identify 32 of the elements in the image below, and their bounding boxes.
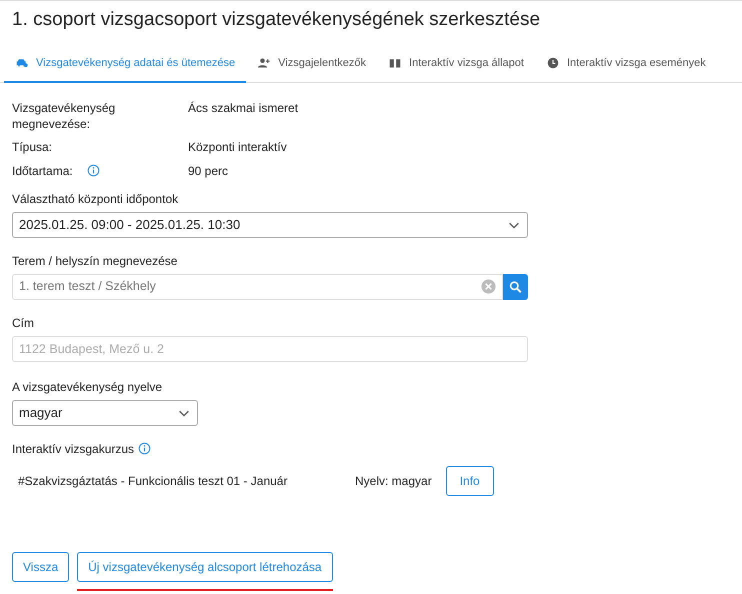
field-label: Választható központi időpontok bbox=[12, 190, 180, 208]
info-icon bbox=[138, 442, 152, 456]
tab[interactable]: Interaktív vizsga események bbox=[534, 46, 717, 84]
info-button[interactable]: Info bbox=[446, 466, 494, 496]
field-label: Típusa: bbox=[12, 140, 52, 156]
field-value: 90 perc bbox=[188, 164, 228, 180]
search-button[interactable] bbox=[503, 274, 528, 300]
clear-icon bbox=[481, 279, 496, 294]
field-label: Interaktív vizsgakurzus bbox=[12, 440, 134, 458]
field-value: Központi interaktív bbox=[188, 140, 287, 156]
clock-icon bbox=[546, 57, 560, 70]
button[interactable]: Új vizsgatevékenység alcsoport létrehozása bbox=[77, 552, 333, 582]
tab[interactable]: Vizsgajelentkezők bbox=[246, 46, 378, 84]
car-icon bbox=[15, 57, 29, 70]
field-label: Cím bbox=[12, 314, 35, 332]
field-label: Vizsgatevékenység megnevezése: bbox=[12, 101, 116, 132]
field-value: Ács szakmai ismeret bbox=[188, 101, 298, 118]
tab[interactable]: Interaktív vizsga állapot bbox=[377, 46, 535, 84]
user-plus-icon bbox=[257, 57, 272, 70]
select-field[interactable]: magyar bbox=[12, 400, 198, 426]
input-field[interactable]: 1122 Budapest, Mező u. 2 bbox=[12, 336, 528, 362]
button[interactable]: Vissza bbox=[12, 552, 70, 582]
tab[interactable]: Vizsgatevékenység adatai és ütemezése bbox=[4, 46, 246, 84]
search-icon bbox=[509, 280, 522, 294]
page-title: 1. csoport vizsgacsoport vizsgatevékenységének szerkesztése bbox=[12, 9, 542, 32]
select-field[interactable]: 2025.01.25. 09:00 - 2025.01.25. 10:30 bbox=[12, 212, 528, 238]
field-label: Időtartama: bbox=[12, 164, 73, 180]
field-label: A vizsgatevékenység nyelve bbox=[12, 378, 164, 396]
field-label: Terem / helyszín megnevezése bbox=[12, 252, 178, 270]
course-language: Nyelv: magyar bbox=[355, 472, 432, 490]
search-field[interactable]: 1. terem teszt / Székhely bbox=[12, 274, 503, 300]
course-name: #Szakvizsgáztatás - Funkcionális teszt 01 - Január bbox=[18, 472, 288, 490]
